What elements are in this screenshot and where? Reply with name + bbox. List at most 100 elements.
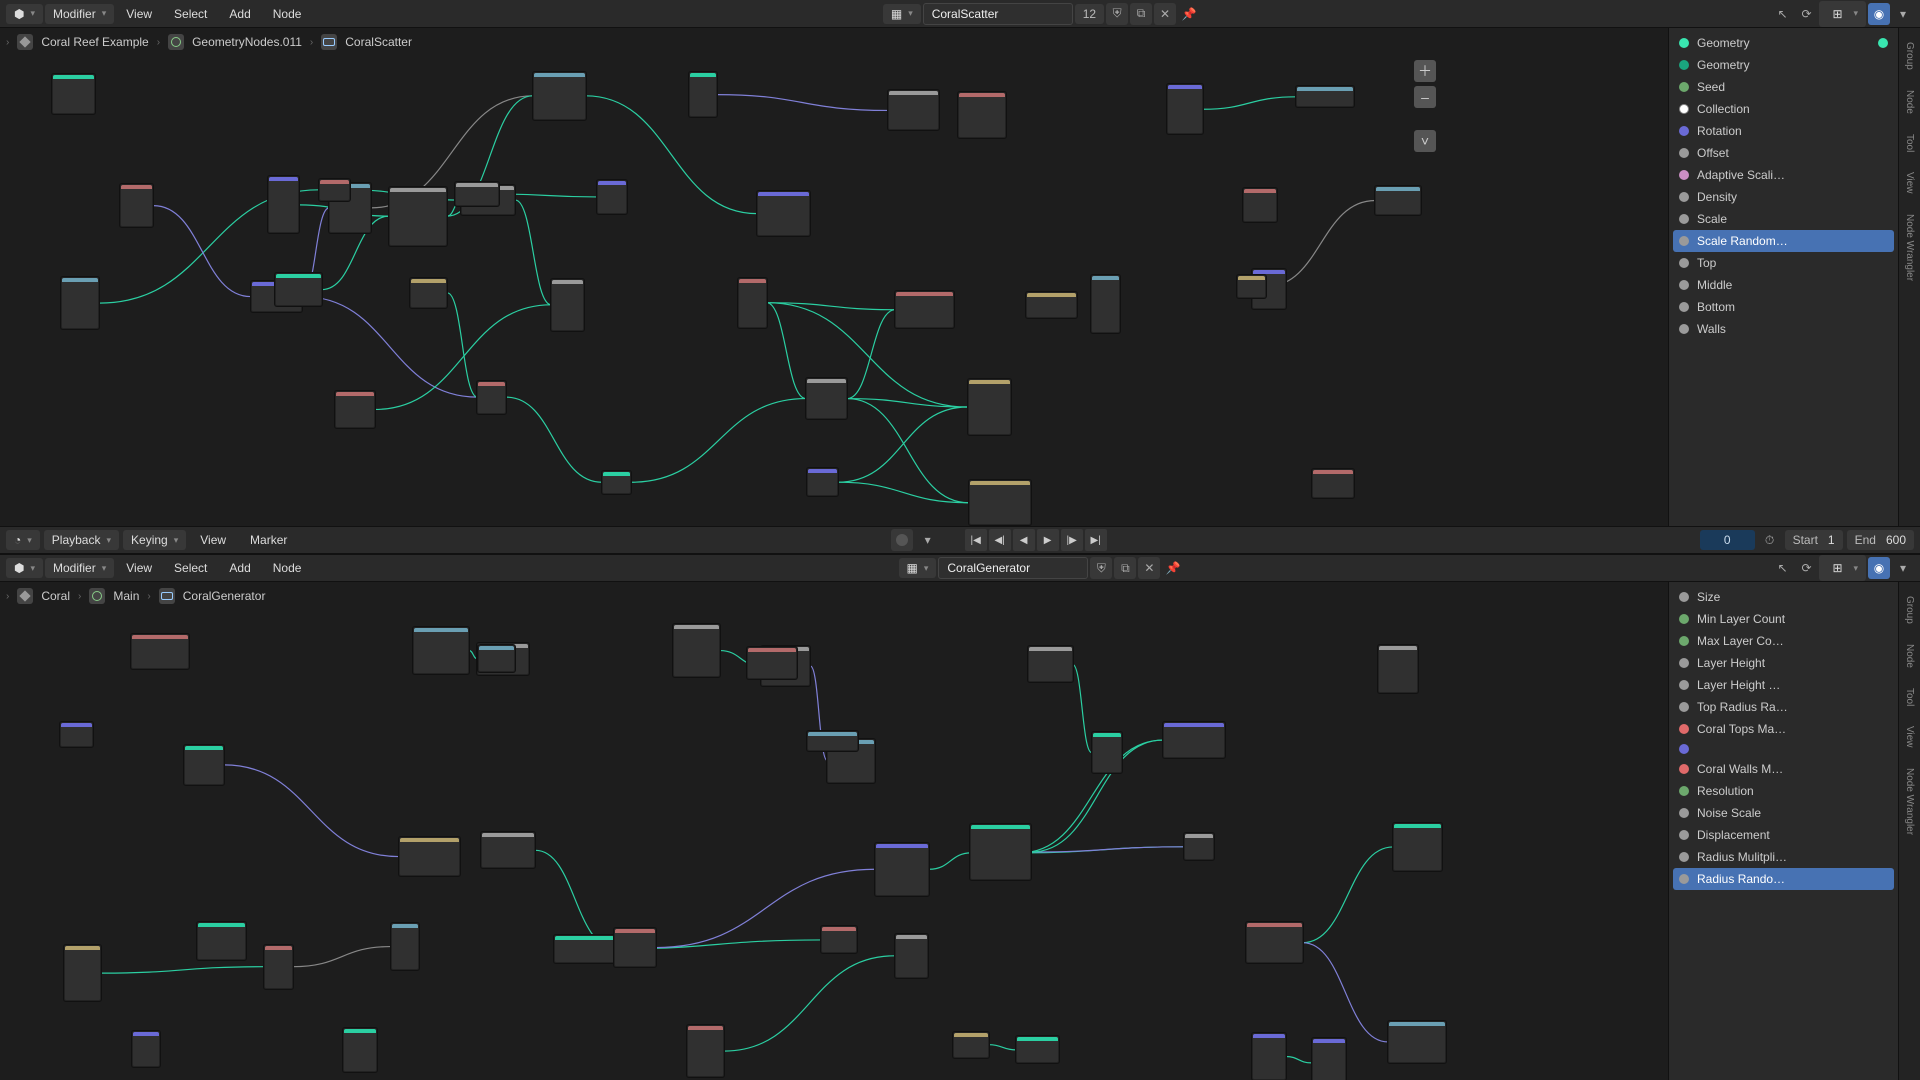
socket-menu-button[interactable]: ˅ xyxy=(1414,130,1436,152)
node[interactable] xyxy=(413,627,469,674)
tree-browse-dropdown[interactable]: ▦ xyxy=(899,558,937,578)
socket-row[interactable]: Geometry xyxy=(1673,54,1894,76)
node[interactable] xyxy=(953,1032,989,1058)
sidebar-tab[interactable]: Node Wrangler xyxy=(1904,210,1915,285)
node[interactable] xyxy=(1092,732,1122,772)
breadcrumb-item[interactable]: Main xyxy=(113,589,139,603)
sidebar-tab[interactable]: Group xyxy=(1904,38,1915,74)
node[interactable] xyxy=(1375,186,1420,215)
node[interactable] xyxy=(551,279,583,331)
node[interactable] xyxy=(478,645,516,672)
overlay-toggle[interactable]: ◉ xyxy=(1868,557,1890,579)
node[interactable] xyxy=(61,277,99,328)
socket-row[interactable]: Collection xyxy=(1673,98,1894,120)
node[interactable] xyxy=(1028,646,1073,682)
node[interactable] xyxy=(389,187,447,246)
sidebar-tab[interactable]: Tool xyxy=(1904,684,1915,710)
play-icon[interactable]: ▶ xyxy=(1037,529,1059,551)
refresh-icon[interactable]: ⟳ xyxy=(1795,3,1817,25)
node[interactable] xyxy=(1167,84,1203,134)
node[interactable] xyxy=(673,624,720,678)
keying-menu[interactable]: Keying xyxy=(123,530,186,550)
unlink-tree-icon[interactable]: ✕ xyxy=(1154,3,1176,25)
node[interactable] xyxy=(275,273,322,306)
socket-row[interactable]: Middle xyxy=(1673,274,1894,296)
nodetree-name-field[interactable]: CoralGenerator xyxy=(938,557,1088,579)
socket-row[interactable]: Min Layer Count xyxy=(1673,608,1894,630)
socket-row[interactable]: Noise Scale xyxy=(1673,802,1894,824)
refresh-icon[interactable]: ⟳ xyxy=(1795,557,1817,579)
node[interactable] xyxy=(958,92,1005,138)
node[interactable] xyxy=(757,191,810,237)
node[interactable] xyxy=(1378,645,1418,693)
node[interactable] xyxy=(895,291,954,328)
menu-view[interactable]: View xyxy=(116,557,162,579)
node[interactable] xyxy=(60,722,92,747)
pin-icon[interactable]: 📌 xyxy=(1178,3,1200,25)
playback-menu[interactable]: Playback xyxy=(44,530,119,550)
socket-row[interactable] xyxy=(1673,740,1894,758)
menu-node[interactable]: Node xyxy=(263,3,312,25)
autokey-dropdown[interactable]: ▾ xyxy=(917,529,939,551)
breadcrumb-item[interactable]: CoralScatter xyxy=(345,35,412,49)
node[interactable] xyxy=(1246,922,1303,964)
node[interactable] xyxy=(1393,823,1442,870)
add-socket-button[interactable]: ＋ xyxy=(1414,60,1436,82)
timeline-editor-dropdown[interactable]: ◔ xyxy=(6,530,40,550)
fake-user-icon[interactable]: ⛨ xyxy=(1090,557,1112,579)
socket-row[interactable]: Top Radius Ra… xyxy=(1673,696,1894,718)
node[interactable] xyxy=(1312,469,1354,498)
socket-row[interactable]: Scale xyxy=(1673,208,1894,230)
socket-row[interactable]: Coral Walls M… xyxy=(1673,758,1894,780)
node[interactable] xyxy=(1091,275,1120,333)
node[interactable] xyxy=(1243,188,1277,222)
node[interactable] xyxy=(1026,292,1077,318)
socket-row[interactable]: Bottom xyxy=(1673,296,1894,318)
socket-row[interactable]: Resolution xyxy=(1673,780,1894,802)
parent-tree-icon[interactable]: ↖ xyxy=(1771,557,1793,579)
next-keyframe-icon[interactable]: |▶ xyxy=(1061,529,1083,551)
sidebar-tab[interactable]: View xyxy=(1904,722,1915,752)
node[interactable] xyxy=(614,928,655,967)
node[interactable] xyxy=(131,634,189,669)
mode-dropdown[interactable]: Modifier xyxy=(45,4,114,24)
node[interactable] xyxy=(747,647,797,679)
node[interactable] xyxy=(1163,722,1225,758)
node[interactable] xyxy=(689,72,717,117)
menu-node[interactable]: Node xyxy=(263,557,312,579)
node[interactable] xyxy=(807,731,858,751)
sidebar-tab[interactable]: Tool xyxy=(1904,130,1915,156)
node[interactable] xyxy=(888,90,939,130)
timeline-view-menu[interactable]: View xyxy=(190,529,236,551)
breadcrumb-item[interactable]: Coral Reef Example xyxy=(41,35,148,49)
node[interactable] xyxy=(1237,275,1266,297)
editor-type-dropdown[interactable]: ⬢ xyxy=(6,4,43,24)
node[interactable] xyxy=(52,74,96,114)
node[interactable] xyxy=(455,182,498,206)
socket-row[interactable]: Coral Tops Ma… xyxy=(1673,718,1894,740)
node[interactable] xyxy=(343,1028,377,1072)
fake-user-icon[interactable]: ⛨ xyxy=(1106,3,1128,25)
node[interactable] xyxy=(410,278,447,307)
parent-tree-icon[interactable]: ↖ xyxy=(1771,3,1793,25)
menu-select[interactable]: Select xyxy=(164,557,217,579)
node[interactable] xyxy=(1252,1033,1286,1080)
sidebar-tab[interactable]: Group xyxy=(1904,592,1915,628)
node[interactable] xyxy=(875,843,929,896)
node[interactable] xyxy=(1388,1021,1446,1063)
duplicate-tree-icon[interactable]: ⧉ xyxy=(1114,557,1136,579)
menu-add[interactable]: Add xyxy=(219,3,260,25)
autokey-toggle[interactable] xyxy=(891,529,913,551)
overlay-toggle[interactable]: ◉ xyxy=(1868,3,1890,25)
sidebar-tab[interactable]: Node xyxy=(1904,640,1915,672)
socket-row[interactable]: Radius Mulitpli… xyxy=(1673,846,1894,868)
node[interactable] xyxy=(132,1031,160,1067)
nodetree-users[interactable]: 12 xyxy=(1075,4,1104,24)
node[interactable] xyxy=(481,832,535,868)
socket-row[interactable]: Adaptive Scali… xyxy=(1673,164,1894,186)
jump-start-icon[interactable]: |◀ xyxy=(965,529,987,551)
node[interactable] xyxy=(399,837,461,876)
node[interactable] xyxy=(64,945,101,1001)
socket-row[interactable]: Walls xyxy=(1673,318,1894,340)
nodetree-name-field[interactable]: CoralScatter xyxy=(923,3,1073,25)
